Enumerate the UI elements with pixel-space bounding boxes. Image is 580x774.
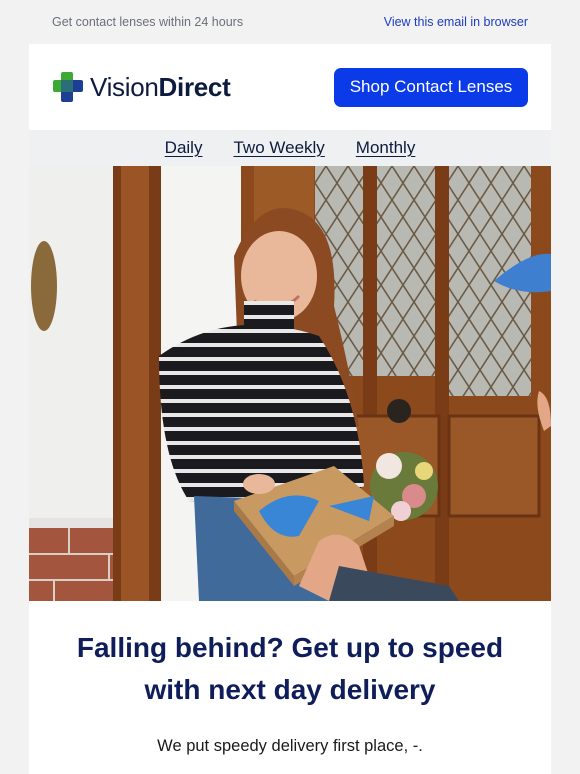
- nav-link-daily[interactable]: Daily: [165, 138, 203, 158]
- hero-image[interactable]: [29, 166, 551, 601]
- hero-photo-illustration: [29, 166, 551, 601]
- email-container: Get contact lenses within 24 hours View …: [29, 0, 551, 774]
- content-block: Falling behind? Get up to speed with nex…: [29, 601, 551, 774]
- headline: Falling behind? Get up to speed with nex…: [29, 627, 551, 711]
- body-text: We put speedy delivery first place, -.: [157, 737, 423, 755]
- nav-link-monthly[interactable]: Monthly: [356, 138, 416, 158]
- preheader-tagline: Get contact lenses within 24 hours: [52, 15, 244, 29]
- nav-link-two-weekly[interactable]: Two Weekly: [233, 138, 324, 158]
- category-nav: Daily Two Weekly Monthly: [29, 130, 551, 166]
- headline-line-2: with next day delivery: [144, 674, 436, 705]
- brand-logo[interactable]: VisionDirect: [52, 71, 231, 103]
- view-in-browser-link[interactable]: View this email in browser: [384, 15, 528, 29]
- medical-cross-icon: [53, 72, 83, 102]
- preheader: Get contact lenses within 24 hours View …: [29, 0, 551, 44]
- headline-line-1: Falling behind? Get up to speed: [76, 632, 504, 663]
- brand-name: VisionDirect: [90, 71, 231, 102]
- shop-contact-lenses-button[interactable]: Shop Contact Lenses: [334, 67, 528, 107]
- email-header: VisionDirect Shop Contact Lenses: [29, 44, 551, 130]
